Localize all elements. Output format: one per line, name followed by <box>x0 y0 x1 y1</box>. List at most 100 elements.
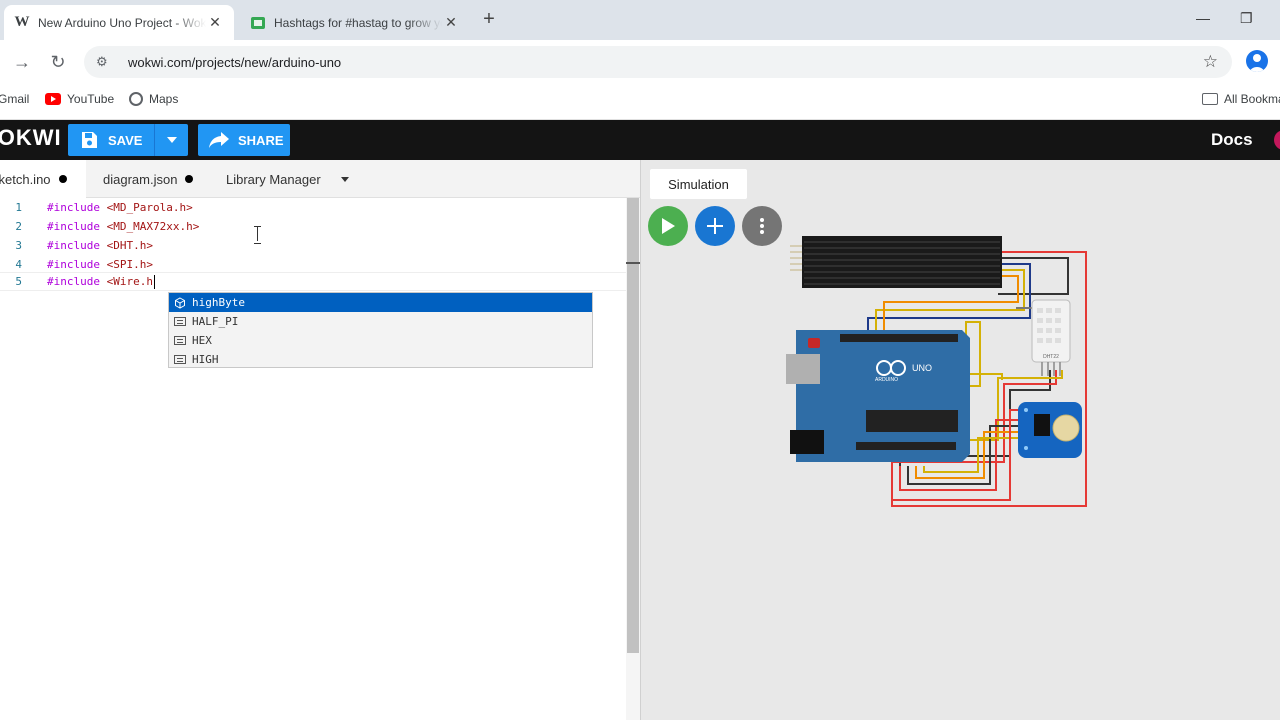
suggestion-item[interactable]: HIGH <box>169 350 592 369</box>
code-line-current: 5 #include <Wire.h <box>0 272 640 291</box>
suggestion-item[interactable]: HEX <box>169 331 592 350</box>
browser-tab-strip: W New Arduino Uno Project - Wokwi ✕ Hash… <box>0 0 1280 40</box>
line-number: 1 <box>15 201 22 214</box>
code-keyword: #include <box>47 274 100 288</box>
arduino-uno-board[interactable]: UNO ARDUINO <box>786 330 970 462</box>
code-editor[interactable]: 1 #include <MD_Parola.h> 2 #include <MD_… <box>0 198 640 720</box>
code-header: <Wire.h <box>106 274 153 288</box>
tab-label: diagram.json <box>103 171 178 187</box>
all-bookmarks[interactable]: All Bookmarks <box>1202 92 1280 106</box>
code-keyword: #include <box>47 239 100 252</box>
unsaved-dot-icon <box>185 175 194 183</box>
youtube-icon <box>45 93 61 105</box>
constant-icon <box>173 316 187 328</box>
editor-scrollbar[interactable] <box>626 198 640 720</box>
all-bookmarks-label: All Bookmarks <box>1224 92 1280 106</box>
browser-tab-hashtags[interactable]: Hashtags for #hastag to grow your ✕ <box>240 5 470 40</box>
wokwi-header: WOKWI SAVE SHARE Docs <box>0 120 1280 160</box>
wokwi-icon: W <box>14 14 30 30</box>
suggestion-item[interactable]: highByte <box>169 293 592 312</box>
code-line: 1 #include <MD_Parola.h> <box>0 198 626 217</box>
forward-icon[interactable]: → <box>10 50 34 74</box>
suggestion-label: highByte <box>192 296 245 309</box>
suggestion-label: HIGH <box>192 353 219 366</box>
bookmark-label: Maps <box>149 92 179 106</box>
tab-diagram-json[interactable]: diagram.json <box>103 160 194 198</box>
bookmark-label: Gmail <box>0 92 30 106</box>
chevron-down-icon <box>166 137 177 143</box>
code-keyword: #include <box>47 201 100 214</box>
url-input[interactable]: ⚙ wokwi.com/projects/new/arduino-uno ☆ <box>84 46 1232 78</box>
star-icon[interactable]: ☆ <box>1203 52 1218 72</box>
bookmark-gmail[interactable]: Gmail <box>0 92 29 106</box>
docs-link[interactable]: Docs <box>1211 130 1253 150</box>
constant-icon <box>173 354 187 366</box>
share-icon <box>208 129 230 151</box>
code-header: <MD_Parola.h> <box>106 201 193 214</box>
bookmark-maps[interactable]: Maps <box>129 92 178 106</box>
more-options-button[interactable] <box>742 206 782 246</box>
code-keyword: #include <box>47 220 100 233</box>
text-cursor <box>153 274 155 289</box>
circuit-diagram[interactable]: DHT22 UNO ARDUINO <box>780 230 1100 520</box>
code-line: 3 #include <DHT.h> <box>0 236 626 255</box>
site-info-icon[interactable]: ⚙ <box>96 54 114 70</box>
folder-icon <box>1202 93 1218 105</box>
save-label: SAVE <box>108 132 143 148</box>
bookmarks-bar: Gmail YouTube Maps All Bookmarks <box>0 84 1280 120</box>
share-button[interactable]: SHARE <box>198 124 290 156</box>
editor-tabs: sketch.ino diagram.json Library Manager <box>0 160 640 198</box>
close-icon[interactable]: ✕ <box>206 14 224 31</box>
floppy-icon <box>78 129 100 151</box>
ibeam-cursor-icon <box>254 226 262 244</box>
dht22-sensor[interactable]: DHT22 <box>1031 299 1071 376</box>
share-label: SHARE <box>238 132 284 148</box>
line-number: 4 <box>15 258 22 271</box>
rtc-module[interactable] <box>1018 402 1082 458</box>
save-button[interactable]: SAVE <box>68 124 188 156</box>
tab-label: Library Manager <box>226 171 321 187</box>
line-number: 3 <box>15 239 22 252</box>
line-number: 2 <box>15 220 22 233</box>
function-cube-icon <box>173 296 187 309</box>
suggestion-item[interactable]: HALF_PI <box>169 312 592 331</box>
unsaved-dot-icon <box>58 175 67 183</box>
close-icon[interactable]: ✕ <box>442 14 460 31</box>
wokwi-logo[interactable]: WOKWI <box>0 125 62 151</box>
add-part-button[interactable] <box>695 206 735 246</box>
browser-tab-wokwi[interactable]: W New Arduino Uno Project - Wokwi ✕ <box>4 5 234 40</box>
address-bar-row: → ↻ ⚙ wokwi.com/projects/new/arduino-uno… <box>0 40 1280 84</box>
hashtag-site-icon <box>250 15 266 31</box>
tab-title: New Arduino Uno Project - Wokwi <box>38 15 206 30</box>
suggestion-label: HALF_PI <box>192 315 239 328</box>
new-tab-button[interactable]: + <box>478 8 500 30</box>
tab-sketch-ino[interactable]: sketch.ino <box>0 160 86 198</box>
tab-title: Hashtags for #hastag to grow your <box>274 15 442 30</box>
line-number: 5 <box>15 275 22 288</box>
maps-icon <box>129 92 143 106</box>
save-dropdown-button[interactable] <box>154 124 188 156</box>
plus-icon <box>707 218 723 234</box>
scrollbar-thumb[interactable] <box>627 198 639 653</box>
code-header: <SPI.h> <box>106 258 153 271</box>
constant-icon <box>173 335 187 347</box>
code-header: <MD_MAX72xx.h> <box>106 220 200 233</box>
led-matrix[interactable] <box>802 236 1002 288</box>
code-line: 2 #include <MD_MAX72xx.h> <box>0 217 626 236</box>
reload-icon[interactable]: ↻ <box>46 50 70 74</box>
chevron-down-icon[interactable] <box>340 176 349 182</box>
play-button[interactable] <box>648 206 688 246</box>
play-icon <box>662 218 675 234</box>
scrollbar-marker <box>626 262 640 264</box>
bookmark-youtube[interactable]: YouTube <box>45 92 114 106</box>
minimize-icon[interactable]: — <box>1196 10 1210 26</box>
sensor-label: DHT22 <box>1043 354 1059 360</box>
suggestion-label: HEX <box>192 334 212 347</box>
tab-library-manager[interactable]: Library Manager <box>226 160 349 198</box>
board-brand: ARDUINO <box>875 377 898 383</box>
board-label: UNO <box>912 363 932 373</box>
code-keyword: #include <box>47 258 100 271</box>
tab-simulation[interactable]: Simulation <box>650 169 747 199</box>
profile-icon[interactable] <box>1246 50 1268 72</box>
restore-icon[interactable]: ❐ <box>1240 10 1253 27</box>
